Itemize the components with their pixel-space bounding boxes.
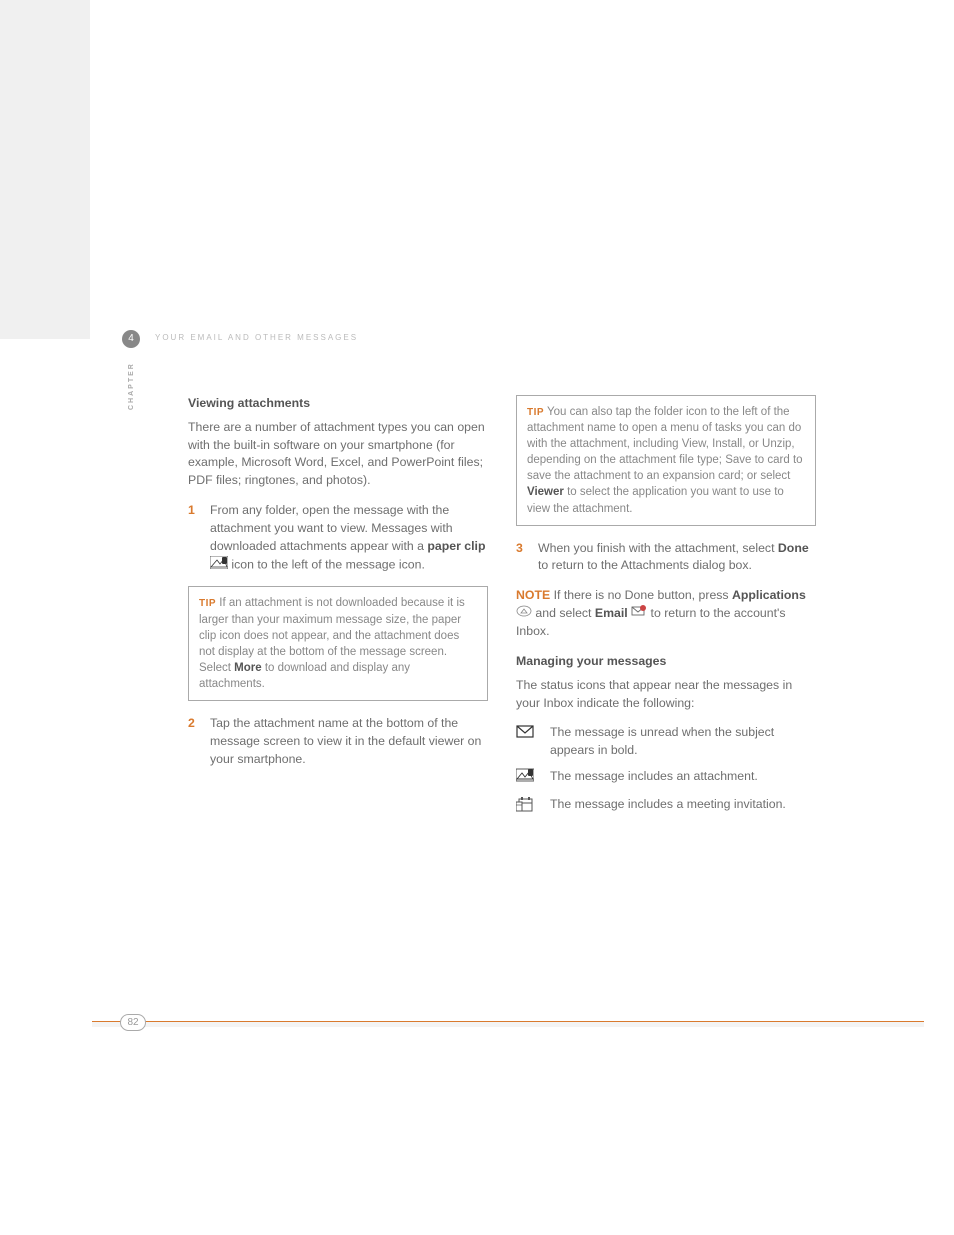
paperclip-icon	[210, 556, 228, 575]
tip-box-1: TIP If an attachment is not downloaded b…	[188, 586, 488, 701]
email-icon	[631, 605, 647, 623]
step-number: 1	[188, 502, 200, 574]
tip-label: TIP	[527, 407, 544, 418]
step3-b: to return to the Attachments dialog box.	[538, 558, 752, 572]
status-intro: The status icons that appear near the me…	[516, 677, 816, 713]
heading-viewing: Viewing attachments	[188, 395, 488, 413]
row2-text: The message includes an attachment.	[550, 768, 816, 788]
tip2-b: to select the application you want to us…	[527, 486, 784, 514]
content-area: Viewing attachments There are a number o…	[188, 395, 822, 826]
step-body: From any folder, open the message with t…	[210, 502, 488, 574]
tip-box-2: TIP You can also tap the folder icon to …	[516, 395, 816, 526]
note-label: NOTE	[516, 588, 550, 602]
tip1-bold: More	[234, 662, 261, 674]
right-column: TIP You can also tap the folder icon to …	[516, 395, 816, 826]
tip-label: TIP	[199, 598, 216, 609]
status-row-unread: The message is unread when the subject a…	[516, 724, 816, 760]
step-3: 3 When you finish with the attachment, s…	[516, 540, 816, 576]
tip2-bold: Viewer	[527, 486, 564, 498]
step-number: 3	[516, 540, 528, 576]
calendar-icon	[516, 796, 536, 818]
status-row-attachment: The message includes an attachment.	[516, 768, 816, 788]
step-2: 2 Tap the attachment name at the bottom …	[188, 715, 488, 768]
note-para: NOTE If there is no Done button, press A…	[516, 587, 816, 641]
step-number: 2	[188, 715, 200, 768]
chapter-label: CHAPTER	[128, 362, 135, 410]
step3-body: When you finish with the attachment, sel…	[538, 540, 816, 576]
applications-bold: Applications	[732, 588, 806, 602]
status-row-meeting: The message includes a meeting invitatio…	[516, 796, 816, 818]
email-bold: Email	[595, 606, 628, 620]
done-bold: Done	[778, 541, 809, 555]
left-column: Viewing attachments There are a number o…	[188, 395, 488, 826]
running-header: YOUR EMAIL AND OTHER MESSAGES	[155, 333, 358, 342]
heading-managing: Managing your messages	[516, 653, 816, 671]
home-icon	[516, 605, 532, 623]
step1-text-b: icon to the left of the message icon.	[228, 557, 425, 571]
step-1: 1 From any folder, open the message with…	[188, 502, 488, 574]
row3-text: The message includes a meeting invitatio…	[550, 796, 816, 818]
tip2-a: You can also tap the folder icon to the …	[527, 406, 803, 482]
note-b: and select	[532, 606, 595, 620]
footer-rule	[92, 1021, 924, 1027]
chapter-badge: 4	[122, 330, 140, 348]
step2-body: Tap the attachment name at the bottom of…	[210, 715, 488, 768]
intro-para: There are a number of attachment types y…	[188, 419, 488, 490]
step3-a: When you finish with the attachment, sel…	[538, 541, 778, 555]
row1-text: The message is unread when the subject a…	[550, 724, 816, 760]
grey-sidebar	[0, 0, 90, 339]
page-number: 82	[120, 1014, 146, 1031]
attachment-icon	[516, 768, 536, 788]
step1-text-a: From any folder, open the message with t…	[210, 503, 453, 553]
paper-clip-bold: paper clip	[427, 539, 485, 553]
note-a: If there is no Done button, press	[550, 588, 732, 602]
envelope-icon	[516, 724, 536, 760]
